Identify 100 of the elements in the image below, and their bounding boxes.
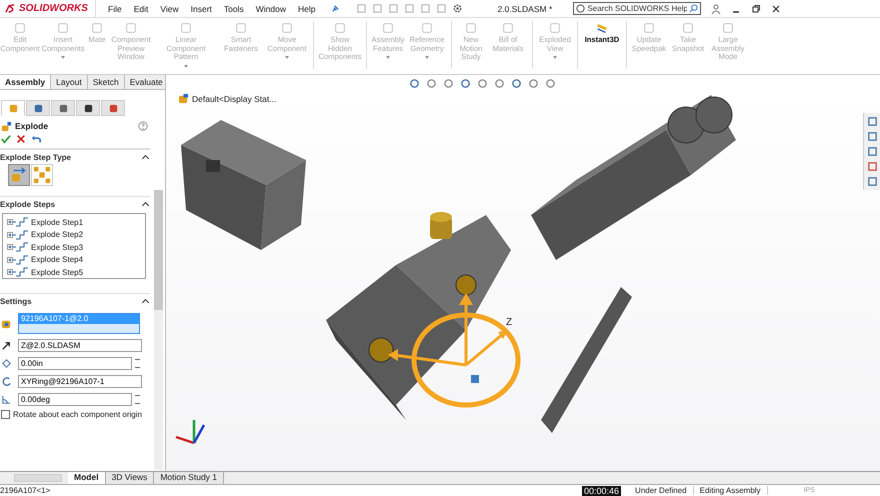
tool-icon bbox=[13, 21, 27, 35]
help-icon bbox=[576, 4, 586, 13]
checkmark-icon[interactable] bbox=[1, 134, 11, 144]
status-text: 2196A107<1> bbox=[0, 486, 52, 495]
square-icon bbox=[32, 102, 44, 114]
view-tool-icon[interactable] bbox=[511, 78, 522, 89]
view-tool-icon[interactable] bbox=[426, 78, 437, 89]
expand-step-icon[interactable] bbox=[7, 267, 29, 278]
move-triad-drawing[interactable] bbox=[388, 293, 520, 408]
section-title: Settings bbox=[0, 296, 32, 306]
expand-step-icon[interactable] bbox=[7, 254, 29, 265]
task-pane-icon[interactable] bbox=[866, 131, 878, 142]
checkbox[interactable] bbox=[1, 410, 10, 419]
explode-step-item[interactable]: Explode Step2 bbox=[31, 230, 84, 240]
view-tool-icon[interactable] bbox=[545, 78, 556, 89]
square-icon bbox=[58, 102, 68, 114]
explode-step-item[interactable]: Explode Step4 bbox=[31, 255, 84, 264]
ruler-icon bbox=[595, 21, 609, 35]
menu-item[interactable]: View bbox=[160, 4, 179, 14]
component-icon bbox=[1, 318, 12, 329]
document-title: 2.0.SLDASM * bbox=[497, 4, 554, 14]
view-tool-icon[interactable] bbox=[528, 78, 539, 89]
bottom-tab[interactable]: Motion Study 1 bbox=[154, 472, 224, 484]
pin-icon[interactable] bbox=[331, 4, 340, 13]
view-tool-icon[interactable] bbox=[443, 78, 454, 89]
section-title: Explode Step Type bbox=[0, 152, 71, 162]
tool-icon bbox=[333, 21, 347, 35]
menu-item[interactable]: Insert bbox=[190, 4, 212, 14]
checkbox-label: Rotate about each component origin bbox=[13, 410, 142, 419]
square-icon bbox=[82, 102, 94, 114]
expand-step-icon[interactable] bbox=[7, 242, 29, 252]
section-title: Explode Steps bbox=[0, 200, 56, 208]
menu-item[interactable]: Help bbox=[298, 4, 316, 14]
bottom-tab[interactable]: 3D Views bbox=[106, 472, 154, 484]
manager-tab[interactable] bbox=[51, 100, 75, 116]
tool-icon bbox=[501, 21, 515, 35]
panel-title: Explode bbox=[15, 121, 50, 131]
view-tool-icon[interactable] bbox=[494, 78, 505, 89]
menu-item[interactable]: Window bbox=[256, 4, 286, 14]
tool-icon bbox=[642, 21, 656, 35]
task-pane-icon[interactable] bbox=[866, 146, 878, 157]
direction-field[interactable]: Z@2.0.SLDASM bbox=[18, 339, 142, 352]
menu-item[interactable]: Edit bbox=[134, 4, 148, 14]
tool-icon bbox=[124, 21, 138, 35]
tree-item[interactable]: Default<Display Stat... bbox=[192, 94, 276, 104]
ds-logo-icon bbox=[4, 3, 17, 14]
tool-icon bbox=[56, 21, 70, 35]
command-tab[interactable]: Sketch bbox=[88, 75, 125, 89]
undo-icon[interactable] bbox=[31, 134, 41, 144]
step-type-button[interactable] bbox=[8, 164, 30, 186]
assembly-icon bbox=[178, 93, 189, 104]
distance-icon bbox=[1, 358, 12, 369]
explode-step-item[interactable]: Explode Step5 bbox=[31, 268, 84, 277]
tool-icon bbox=[381, 21, 395, 35]
rotation-icon bbox=[1, 376, 12, 387]
close-icon[interactable] bbox=[16, 134, 26, 144]
video-timestamp: 00:00:46 bbox=[582, 486, 622, 496]
app-logo: SOLIDWORKS bbox=[19, 3, 88, 14]
angle-icon bbox=[1, 394, 12, 405]
scrollbar[interactable] bbox=[154, 190, 163, 470]
view-tool-icon[interactable] bbox=[409, 78, 420, 89]
status-text: Editing Assembly bbox=[694, 486, 768, 495]
task-pane-icon[interactable] bbox=[866, 161, 878, 172]
tool-icon bbox=[464, 21, 478, 35]
status-text: Under Defined bbox=[629, 486, 694, 495]
bottom-tab[interactable]: Model bbox=[68, 472, 106, 484]
explode-step-item[interactable]: Explode Step1 bbox=[31, 218, 84, 227]
tool-icon bbox=[280, 21, 294, 35]
menu-item[interactable]: File bbox=[108, 4, 122, 14]
expand-step-icon[interactable] bbox=[7, 217, 29, 228]
tool-icon bbox=[721, 21, 735, 35]
manager-tab[interactable] bbox=[76, 100, 100, 116]
axis-triad-icon bbox=[176, 420, 206, 444]
task-pane-icon[interactable] bbox=[866, 116, 878, 127]
expand-step-icon[interactable] bbox=[7, 230, 29, 240]
menu-item[interactable]: Tools bbox=[224, 4, 244, 14]
gear-icon[interactable] bbox=[452, 3, 464, 14]
tool-icon bbox=[681, 21, 695, 35]
command-tab[interactable]: Assembly bbox=[0, 75, 52, 89]
view-tool-icon[interactable] bbox=[460, 78, 471, 89]
task-pane-icon[interactable] bbox=[866, 176, 878, 187]
arrow-icon[interactable] bbox=[1, 340, 12, 351]
explode-step-item[interactable]: Explode Step3 bbox=[31, 242, 84, 252]
command-tab[interactable]: Layout bbox=[51, 75, 88, 89]
tool-icon bbox=[548, 21, 562, 35]
search-field[interactable]: Search SOLIDWORKS Help bbox=[573, 2, 702, 15]
angle-field[interactable]: 0.00deg bbox=[18, 393, 132, 406]
square-icon bbox=[108, 102, 118, 114]
view-tool-icon[interactable] bbox=[477, 78, 488, 89]
explode-icon bbox=[1, 120, 12, 132]
close-icon[interactable] bbox=[771, 4, 782, 14]
user-icon[interactable] bbox=[711, 4, 722, 14]
distance-field[interactable]: 0.00in bbox=[18, 357, 132, 370]
rotation-axis-field[interactable]: XYRing@92196A107-1 bbox=[18, 375, 142, 388]
tool-icon bbox=[179, 21, 193, 35]
search-icon bbox=[689, 4, 698, 13]
help-icon[interactable] bbox=[138, 121, 148, 131]
tool-icon bbox=[420, 21, 434, 35]
restore-icon[interactable] bbox=[751, 4, 762, 14]
tool-icon bbox=[90, 21, 104, 35]
